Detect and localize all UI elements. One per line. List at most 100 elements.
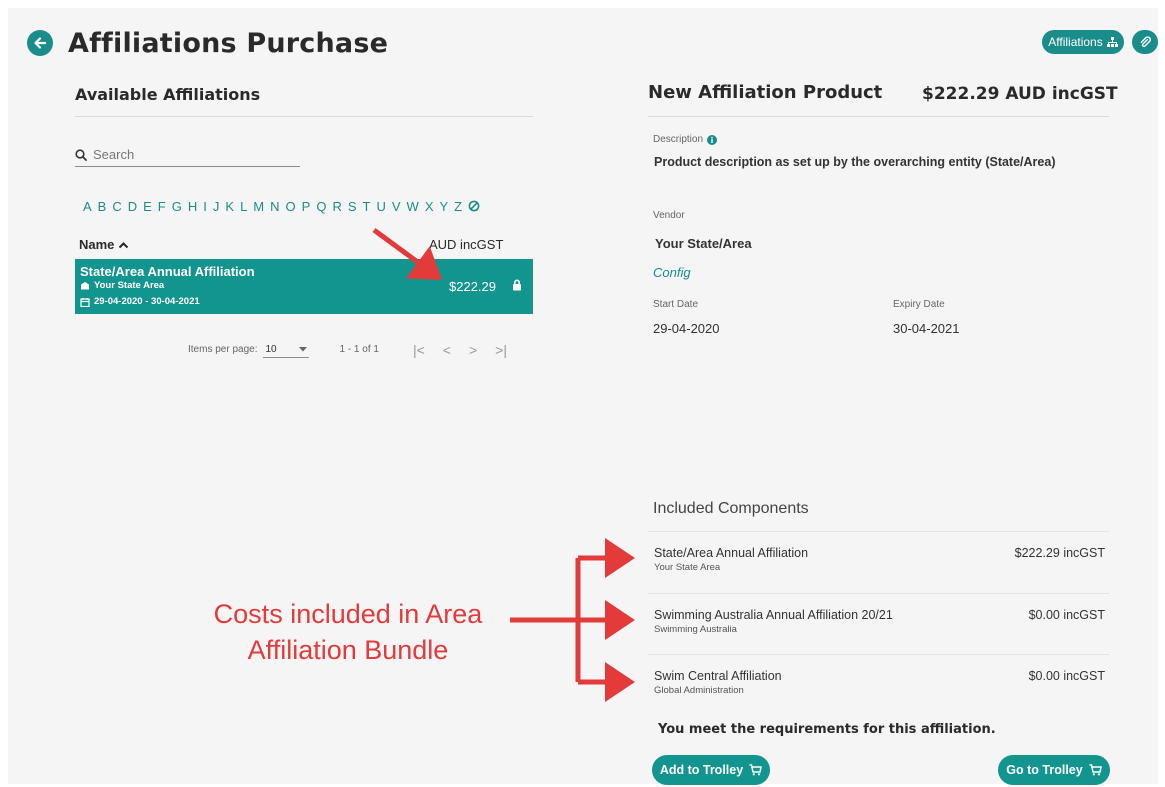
product-price: $222.29 AUD incGST: [922, 84, 1118, 104]
letter-filter[interactable]: B: [95, 199, 110, 214]
component-name: State/Area Annual Affiliation: [654, 546, 809, 560]
alphabet-filter: ABCDEFGHIJKLMNOPQRSTUVWXYZ: [80, 199, 483, 214]
row-dates-label: 29-04-2020 - 30-04-2021: [94, 296, 200, 307]
calendar-icon: [80, 297, 90, 307]
annotation-line-1: Costs included in Area: [213, 599, 483, 629]
component-item: Swim Central Affiliation Global Administ…: [648, 654, 1109, 714]
page: Affiliations Purchase Affiliations Avail…: [8, 8, 1158, 785]
description-label: Description: [653, 134, 718, 145]
paperclip-icon: [1140, 36, 1151, 48]
last-page-icon[interactable]: >|: [495, 342, 507, 358]
table-row[interactable]: State/Area Annual Affiliation Your State…: [75, 259, 533, 314]
chevron-up-icon: [119, 241, 129, 248]
building-icon: [81, 282, 89, 290]
letter-filter[interactable]: W: [404, 199, 422, 214]
next-page-icon[interactable]: >: [469, 342, 477, 358]
letter-filter[interactable]: U: [373, 199, 388, 214]
first-page-icon[interactable]: |<: [413, 342, 425, 358]
component-name: Swimming Australia Annual Affiliation 20…: [654, 608, 893, 622]
cart-icon: [1089, 764, 1102, 776]
hierarchy-icon: [1106, 37, 1118, 47]
name-column-header[interactable]: Name: [79, 237, 129, 252]
config-link[interactable]: Config: [653, 265, 691, 280]
description-value: Product description as set up by the ove…: [654, 155, 1056, 169]
row-price: $222.29: [449, 279, 496, 294]
row-title: State/Area Annual Affiliation: [80, 264, 255, 279]
search-input[interactable]: [93, 147, 283, 162]
cart-icon: [749, 764, 763, 776]
divider: [75, 116, 533, 117]
vendor-label: Vendor: [653, 210, 685, 221]
annotation-text: Costs included in Area Affiliation Bundl…: [188, 596, 508, 668]
paginator: Items per page: 10 1 - 1 of 1 |< < > >|: [188, 341, 507, 358]
attach-button[interactable]: [1132, 30, 1158, 54]
go-to-trolley-button[interactable]: Go to Trolley: [998, 755, 1110, 785]
add-to-trolley-button[interactable]: Add to Trolley: [652, 755, 770, 785]
items-per-page-value: 10: [265, 343, 277, 355]
letter-filter[interactable]: P: [299, 199, 314, 214]
clear-filter-icon[interactable]: [465, 199, 483, 214]
letter-filter[interactable]: T: [360, 199, 374, 214]
page-title: Affiliations Purchase: [68, 28, 389, 59]
letter-filter[interactable]: Y: [436, 199, 451, 214]
component-price: $0.00 incGST: [1028, 608, 1105, 622]
expiry-date-label: Expiry Date: [893, 299, 945, 310]
requirements-message: You meet the requirements for this affil…: [658, 722, 996, 737]
letter-filter[interactable]: H: [185, 199, 200, 214]
caret-down-icon: [299, 346, 308, 351]
component-provider: Swimming Australia: [654, 624, 737, 635]
component-price: $222.29 incGST: [1014, 546, 1105, 560]
letter-filter[interactable]: R: [329, 199, 344, 214]
row-dates: 29-04-2020 - 30-04-2021: [80, 296, 200, 307]
annotation-line-2: Affiliation Bundle: [247, 635, 449, 665]
letter-filter[interactable]: N: [267, 199, 282, 214]
letter-filter[interactable]: Z: [451, 199, 465, 214]
letter-filter[interactable]: Q: [313, 199, 329, 214]
component-price: $0.00 incGST: [1028, 669, 1105, 683]
go-to-trolley-label: Go to Trolley: [1006, 763, 1083, 777]
letter-filter[interactable]: M: [250, 199, 267, 214]
letter-filter[interactable]: E: [140, 199, 155, 214]
previous-page-icon[interactable]: <: [443, 342, 451, 358]
divider: [648, 116, 1109, 117]
letter-filter[interactable]: J: [210, 199, 223, 214]
start-date-value: 29-04-2020: [653, 321, 720, 336]
product-title: New Affiliation Product: [648, 82, 883, 103]
items-per-page-select[interactable]: 10: [263, 341, 310, 358]
letter-filter[interactable]: K: [222, 199, 237, 214]
lock-icon: [513, 279, 521, 291]
letter-filter[interactable]: V: [389, 199, 404, 214]
available-affiliations-heading: Available Affiliations: [75, 85, 261, 104]
expiry-date-value: 30-04-2021: [893, 321, 960, 336]
component-provider: Global Administration: [654, 685, 744, 696]
letter-filter[interactable]: C: [109, 199, 124, 214]
letter-filter[interactable]: D: [125, 199, 140, 214]
row-vendor-label: Your State Area: [94, 280, 165, 291]
affiliations-button[interactable]: Affiliations: [1042, 30, 1124, 54]
letter-filter[interactable]: S: [345, 199, 360, 214]
price-column-header: AUD incGST: [429, 237, 504, 252]
page-navigation: |< < > >|: [413, 342, 507, 358]
component-provider: Your State Area: [654, 562, 721, 573]
letter-filter[interactable]: A: [80, 199, 95, 214]
search-icon: [75, 148, 87, 161]
vendor-value: Your State/Area: [655, 236, 752, 251]
component-item: Swimming Australia Annual Affiliation 20…: [648, 593, 1109, 653]
included-components-heading: Included Components: [653, 500, 809, 517]
description-label-text: Description: [653, 134, 704, 145]
add-to-trolley-label: Add to Trolley: [659, 763, 744, 777]
affiliations-button-label: Affiliations: [1048, 35, 1103, 49]
row-vendor: Your State Area: [80, 280, 164, 291]
back-button[interactable]: [27, 30, 53, 56]
component-name: Swim Central Affiliation: [654, 669, 782, 683]
letter-filter[interactable]: G: [169, 199, 185, 214]
page-range: 1 - 1 of 1: [339, 344, 379, 355]
letter-filter[interactable]: X: [422, 199, 437, 214]
info-icon[interactable]: [707, 134, 718, 145]
search-field[interactable]: [75, 143, 300, 167]
letter-filter[interactable]: F: [155, 199, 169, 214]
letter-filter[interactable]: L: [237, 199, 250, 214]
arrow-left-icon: [34, 37, 47, 49]
letter-filter[interactable]: O: [283, 199, 299, 214]
letter-filter[interactable]: I: [200, 199, 210, 214]
